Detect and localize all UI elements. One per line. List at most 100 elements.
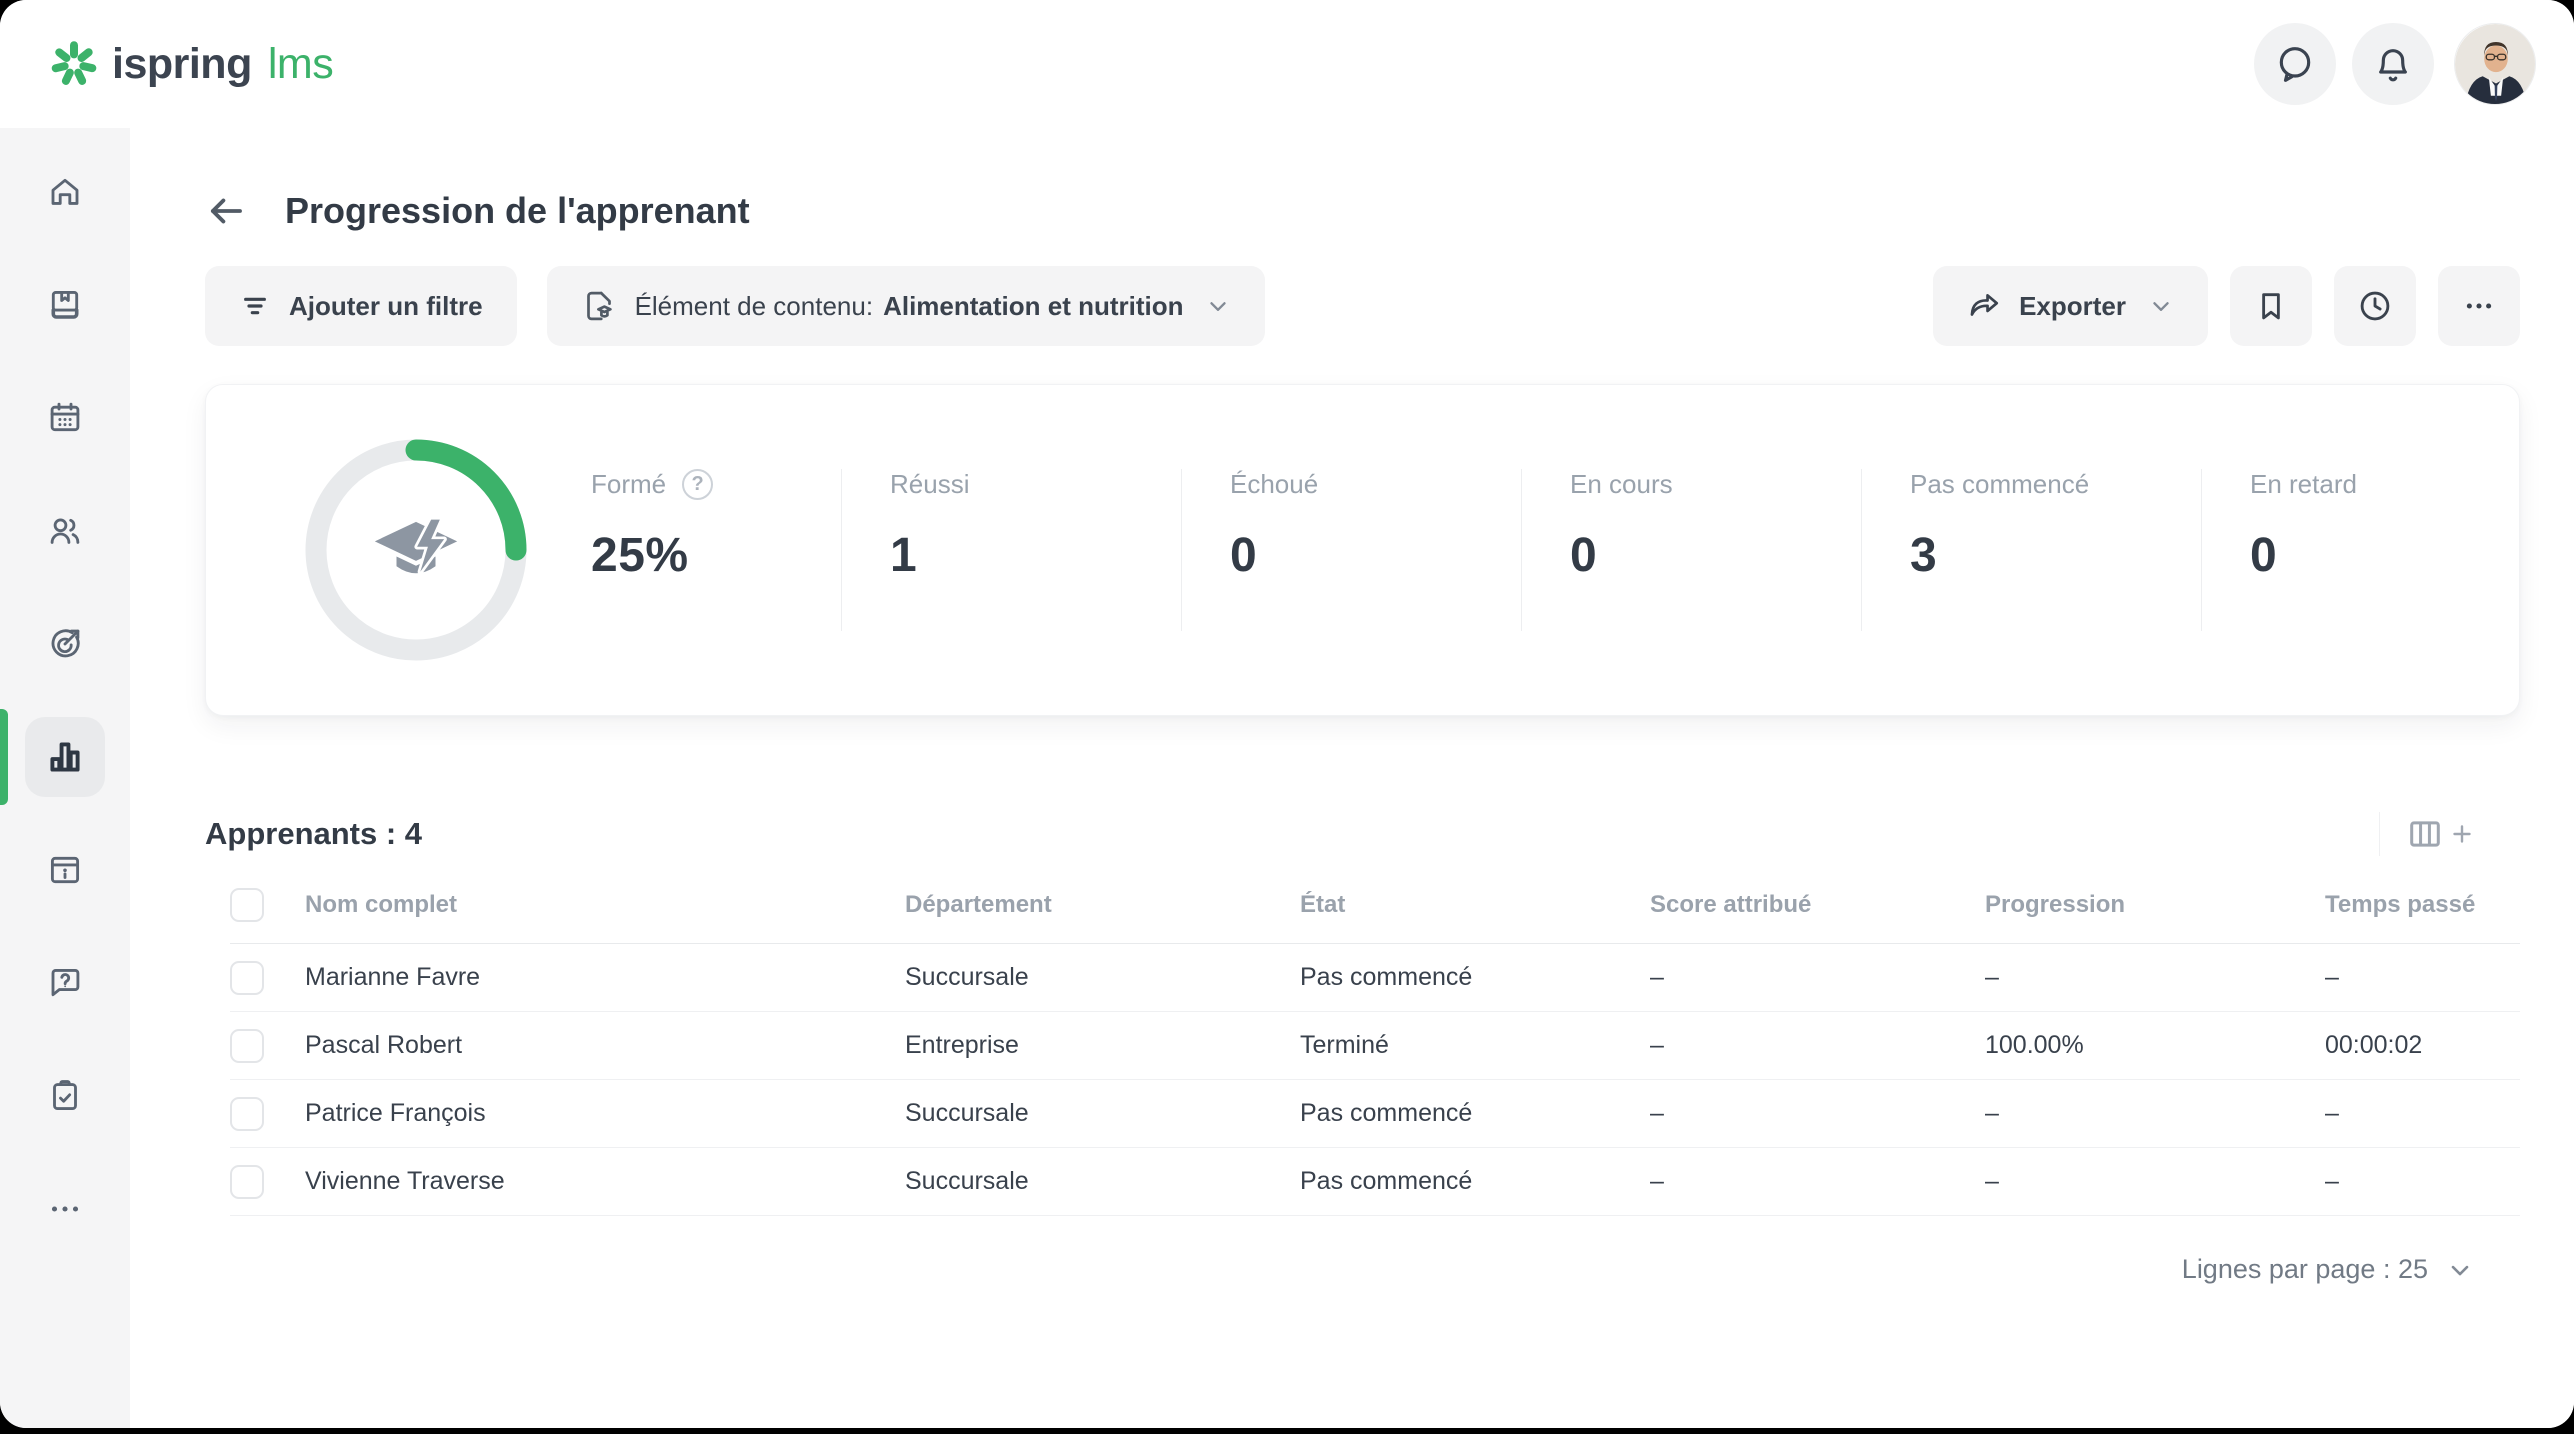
- sidebar-item-reports[interactable]: [25, 717, 105, 797]
- sidebar-item-users[interactable]: [25, 491, 105, 571]
- table-row[interactable]: Marianne Favre Succursale Pas commencé –…: [230, 944, 2520, 1012]
- clock-icon: [2357, 288, 2393, 324]
- logo-suffix: lms: [268, 40, 333, 89]
- sidebar-item-info[interactable]: [25, 830, 105, 910]
- target-arrow-icon: [47, 626, 83, 662]
- cell-name: Marianne Favre: [305, 963, 905, 992]
- columns-icon: [2406, 815, 2444, 853]
- ispring-logo[interactable]: ispring lms: [50, 40, 333, 89]
- stat-trained-label: Formé: [591, 469, 666, 500]
- sidebar-item-tasks[interactable]: [25, 1056, 105, 1136]
- cell-state: Pas commencé: [1300, 1099, 1650, 1128]
- messages-button[interactable]: [2254, 23, 2336, 105]
- table-row[interactable]: Patrice François Succursale Pas commencé…: [230, 1080, 2520, 1148]
- chevron-down-icon: [2148, 293, 2174, 319]
- row-checkbox[interactable]: [230, 1165, 264, 1199]
- stat-label: En cours: [1570, 469, 1673, 500]
- sidebar-item-courses[interactable]: [25, 265, 105, 345]
- export-icon: [1967, 289, 2001, 323]
- rows-per-page-select[interactable]: Lignes par page : 25: [205, 1254, 2474, 1285]
- notifications-button[interactable]: [2352, 23, 2434, 105]
- row-checkbox[interactable]: [230, 1097, 264, 1131]
- export-button[interactable]: Exporter: [1933, 266, 2208, 346]
- column-header-score[interactable]: Score attribué: [1650, 891, 1985, 919]
- help-icon[interactable]: [682, 469, 713, 500]
- logo-starburst-icon: [50, 40, 98, 88]
- plus-icon: [2450, 822, 2474, 846]
- column-header-name[interactable]: Nom complet: [305, 891, 905, 919]
- stat-value: 0: [1230, 528, 1521, 583]
- rows-per-page-label: Lignes par page : 25: [2182, 1254, 2428, 1285]
- row-checkbox[interactable]: [230, 961, 264, 995]
- cell-progress: –: [1985, 1167, 2325, 1196]
- avatar[interactable]: [2454, 23, 2536, 105]
- book-icon: [47, 287, 83, 323]
- clipboard-check-icon: [47, 1078, 83, 1114]
- arrow-left-icon: [205, 190, 247, 232]
- chevron-down-icon: [1205, 293, 1231, 319]
- column-header-time[interactable]: Temps passé: [2325, 891, 2520, 919]
- stat-value: 1: [890, 528, 1181, 583]
- chat-icon: [2275, 44, 2315, 84]
- stat-trained-value: 25%: [591, 528, 841, 583]
- cell-score: –: [1650, 1167, 1985, 1196]
- app-window: ispring lms: [0, 0, 2574, 1428]
- cell-score: –: [1650, 1031, 1985, 1060]
- info-panel-icon: [47, 852, 83, 888]
- cell-department: Succursale: [905, 1167, 1300, 1196]
- cell-name: Patrice François: [305, 1099, 905, 1128]
- back-button[interactable]: [205, 190, 247, 232]
- stat-value: 0: [1570, 528, 1861, 583]
- more-actions-button[interactable]: [2438, 266, 2520, 346]
- learners-table: Nom complet Département État Score attri…: [230, 866, 2520, 1216]
- add-filter-button[interactable]: Ajouter un filtre: [205, 266, 517, 346]
- graduation-cap-bolt-icon: [301, 435, 531, 665]
- sidebar-item-home[interactable]: [25, 152, 105, 232]
- content-filter-value: Alimentation et nutrition: [883, 291, 1183, 322]
- bookmark-button[interactable]: [2230, 266, 2312, 346]
- manage-columns-button[interactable]: [2406, 815, 2474, 853]
- column-header-state[interactable]: État: [1300, 891, 1650, 919]
- title-row: Progression de l'apprenant: [205, 190, 2520, 232]
- sidebar-item-support[interactable]: [25, 943, 105, 1023]
- overview-stats: Formé 25% Réussi 1 Échoué 0 En cou: [591, 385, 2519, 715]
- sidebar-item-goals[interactable]: [25, 604, 105, 684]
- cell-name: Pascal Robert: [305, 1031, 905, 1060]
- ellipsis-icon: [2462, 289, 2496, 323]
- stat-in-progress: En cours 0: [1521, 469, 1861, 631]
- cell-department: Succursale: [905, 1099, 1300, 1128]
- cell-progress: –: [1985, 1099, 2325, 1128]
- table-header-row: Nom complet Département État Score attri…: [230, 866, 2520, 944]
- row-checkbox[interactable]: [230, 1029, 264, 1063]
- toolbar-right: Exporter: [1933, 266, 2520, 346]
- app-shell: Progression de l'apprenant Ajouter un fi…: [0, 128, 2574, 1428]
- column-header-department[interactable]: Département: [905, 891, 1300, 919]
- table-row[interactable]: Vivienne Traverse Succursale Pas commenc…: [230, 1148, 2520, 1216]
- cell-department: Succursale: [905, 963, 1300, 992]
- sidebar-item-more[interactable]: [25, 1169, 105, 1249]
- content-item-filter-button[interactable]: Élément de contenu: Alimentation et nutr…: [547, 266, 1266, 346]
- chevron-down-icon: [2446, 1256, 2474, 1284]
- bell-icon: [2373, 44, 2413, 84]
- learners-heading: Apprenants : 4: [205, 816, 422, 852]
- column-header-progress[interactable]: Progression: [1985, 891, 2325, 919]
- logo-text: ispring: [112, 40, 252, 89]
- history-button[interactable]: [2334, 266, 2416, 346]
- cell-state: Pas commencé: [1300, 963, 1650, 992]
- export-label: Exporter: [2019, 291, 2126, 322]
- stat-passed: Réussi 1: [841, 469, 1181, 631]
- add-filter-label: Ajouter un filtre: [289, 291, 483, 322]
- sidebar-item-calendar[interactable]: [25, 378, 105, 458]
- cell-progress: 100.00%: [1985, 1031, 2325, 1060]
- table-row[interactable]: Pascal Robert Entreprise Terminé – 100.0…: [230, 1012, 2520, 1080]
- top-header: ispring lms: [0, 0, 2574, 128]
- stat-label: Réussi: [890, 469, 969, 500]
- cell-time: 00:00:02: [2325, 1031, 2520, 1060]
- select-all-checkbox[interactable]: [230, 888, 264, 922]
- page-title: Progression de l'apprenant: [285, 190, 750, 232]
- calendar-icon: [47, 400, 83, 436]
- cell-department: Entreprise: [905, 1031, 1300, 1060]
- divider: [2379, 812, 2380, 856]
- cell-time: –: [2325, 963, 2520, 992]
- cell-progress: –: [1985, 963, 2325, 992]
